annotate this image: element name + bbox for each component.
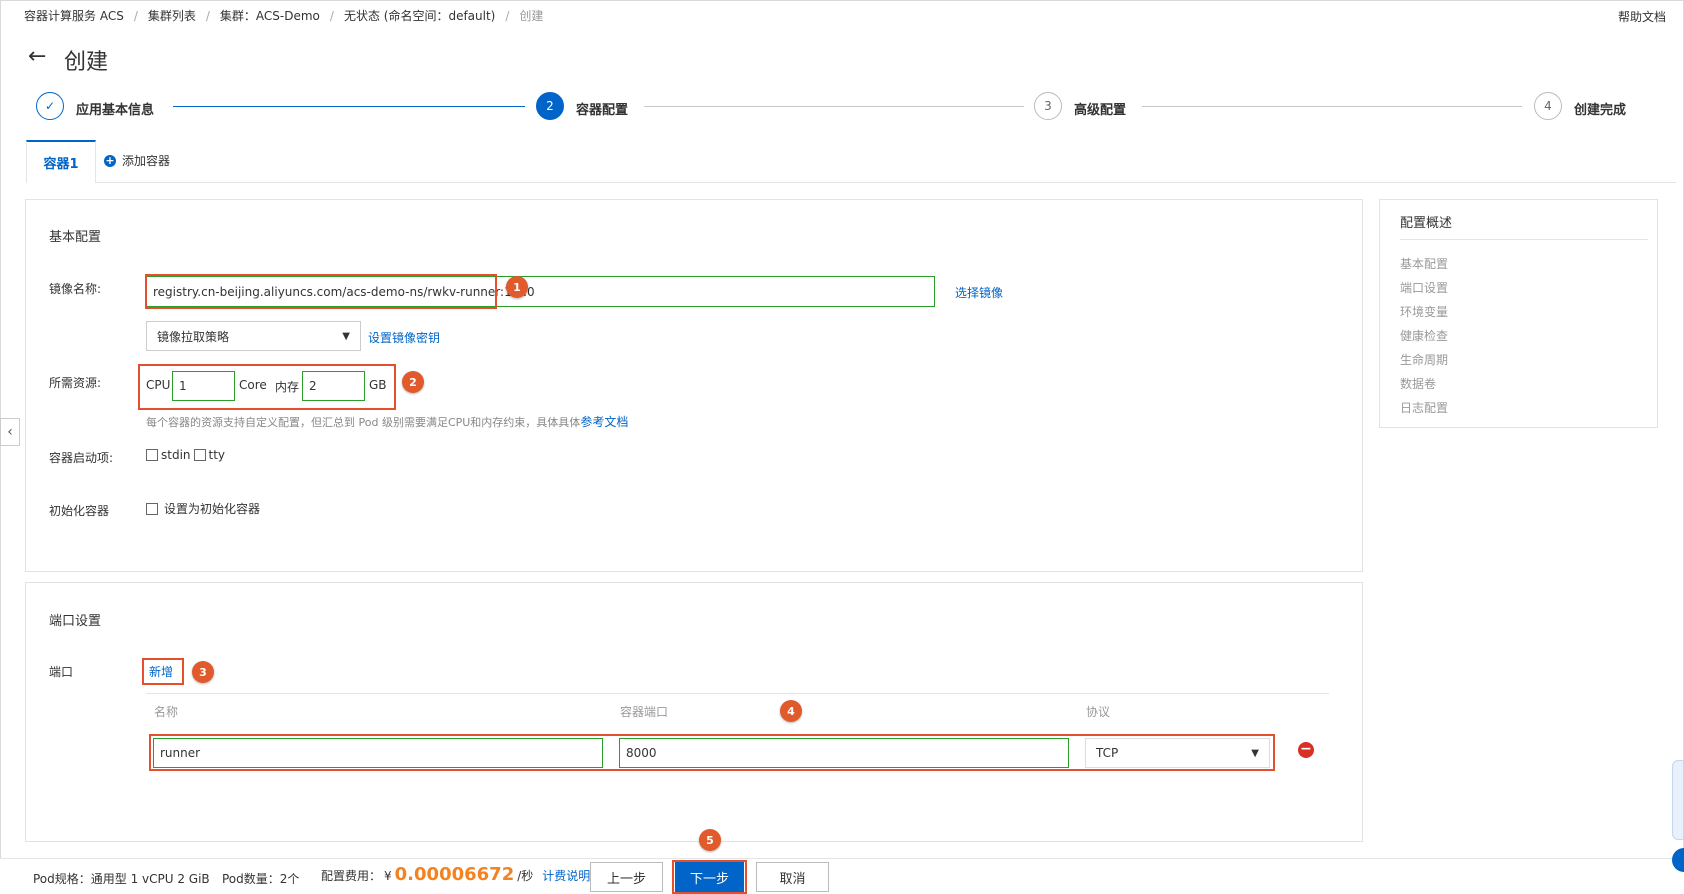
stdin-checkbox[interactable] <box>146 449 158 461</box>
column-header-name: 名称 <box>154 705 179 719</box>
init-container-label: 初始化容器 <box>49 504 110 518</box>
billing-info-link[interactable]: 计费说明 <box>542 867 590 884</box>
overview-title: 配置概述 <box>1400 216 1453 231</box>
cost-label: 配置费用： <box>321 869 382 883</box>
column-header-container-port: 容器端口 <box>620 705 669 719</box>
breadcrumb-separator: / <box>505 9 510 23</box>
init-container-option: 设置为初始化容器 <box>146 500 260 517</box>
remove-port-icon[interactable]: − <box>1298 742 1314 758</box>
add-port-link[interactable]: 新增 <box>149 663 173 680</box>
tty-checkbox[interactable] <box>193 449 206 461</box>
resource-hint-text: 每个容器的资源支持自定义配置，但汇总到 Pod 级别需要满足CPU和内存约束，具… <box>146 416 581 429</box>
port-label: 端口 <box>49 665 74 679</box>
back-arrow-icon[interactable]: ← <box>28 44 46 69</box>
memory-input[interactable]: 2 <box>302 371 365 401</box>
step-4-number: 4 <box>1534 92 1562 120</box>
cost-value: 0.00006672 <box>394 864 515 885</box>
cost-unit: /秒 <box>517 869 534 883</box>
sidebar-collapse-button[interactable]: ‹ <box>0 418 20 446</box>
tty-label: tty <box>208 448 226 462</box>
cost-display: 配置费用： ¥ 0.00006672 /秒 计费说明 <box>321 864 590 885</box>
overview-item-basic[interactable]: 基本配置 <box>1400 255 1448 272</box>
pull-policy-select[interactable]: 镜像拉取策略 ▼ <box>146 321 361 351</box>
breadcrumb-item[interactable]: 集群：ACS-Demo <box>220 7 320 24</box>
cancel-button[interactable]: 取消 <box>756 862 829 892</box>
resource-hint: 每个容器的资源支持自定义配置，但汇总到 Pod 级别需要满足CPU和内存约束，具… <box>146 413 628 430</box>
port-settings-panel <box>25 582 1363 842</box>
step-1-check-icon: ✓ <box>36 92 64 120</box>
step-connector <box>173 106 525 107</box>
overview-divider <box>1400 239 1648 240</box>
step-badge-1: 1 <box>506 276 528 298</box>
table-header-divider <box>146 693 1329 694</box>
highlight-box-image <box>145 274 497 309</box>
protocol-value: TCP <box>1096 746 1119 760</box>
basic-config-title: 基本配置 <box>49 230 102 245</box>
step-connector <box>644 106 1024 107</box>
prev-step-button[interactable]: 上一步 <box>590 862 663 892</box>
reference-docs-link[interactable]: 参考文档 <box>580 415 628 429</box>
step-badge-3: 3 <box>192 661 214 683</box>
step-badge-4: 4 <box>780 700 802 722</box>
startup-label: 容器启动项: <box>49 451 114 465</box>
breadcrumb-item[interactable]: 集群列表 <box>148 7 196 24</box>
select-image-link[interactable]: 选择镜像 <box>955 284 1003 301</box>
set-image-secret-link[interactable]: 设置镜像密钥 <box>368 329 440 346</box>
help-docs-link[interactable]: 帮助文档 <box>1618 8 1666 25</box>
breadcrumb-separator: / <box>205 9 210 23</box>
tab-divider <box>96 182 1676 183</box>
column-header-protocol: 协议 <box>1086 705 1111 719</box>
image-name-label: 镜像名称: <box>49 282 102 296</box>
step-badge-5: 5 <box>699 829 721 851</box>
cpu-label: CPU <box>146 378 171 392</box>
next-step-button[interactable]: 下一步 <box>675 862 744 892</box>
breadcrumb: 容器计算服务 ACS / 集群列表 / 集群：ACS-Demo / 无状态 (命名空间：de… <box>24 7 543 24</box>
port-name-input[interactable]: runner <box>153 738 603 768</box>
pod-count: Pod数量：2个 <box>222 872 300 886</box>
init-container-checkbox[interactable] <box>146 502 158 515</box>
tab-container-1[interactable]: 容器1 <box>26 140 96 183</box>
cpu-input[interactable]: 1 <box>172 371 235 401</box>
add-circle-icon: + <box>104 153 116 167</box>
chevron-down-icon: ▼ <box>342 330 350 342</box>
overview-item-lifecycle[interactable]: 生命周期 <box>1400 351 1448 368</box>
stdin-label: stdin <box>161 448 191 462</box>
breadcrumb-item[interactable]: 容器计算服务 ACS <box>24 7 124 24</box>
overview-item-env[interactable]: 环境变量 <box>1400 303 1448 320</box>
step-connector <box>1142 106 1522 107</box>
chevron-down-icon: ▼ <box>1251 747 1259 759</box>
page-title: 创建 <box>64 50 109 75</box>
step-3-number: 3 <box>1034 92 1062 120</box>
resource-label: 所需资源: <box>49 376 102 390</box>
memory-unit: GB <box>369 378 387 392</box>
step-3-label: 高级配置 <box>1074 103 1127 118</box>
currency-symbol: ¥ <box>384 869 392 883</box>
add-container-button[interactable]: + 添加容器 <box>104 152 170 169</box>
step-4-label: 创建完成 <box>1574 103 1627 118</box>
step-2-label: 容器配置 <box>576 103 629 118</box>
overview-item-volumes[interactable]: 数据卷 <box>1400 375 1436 392</box>
step-2-number: 2 <box>536 92 564 120</box>
step-1-label: 应用基本信息 <box>76 103 155 118</box>
step-badge-2: 2 <box>402 371 424 393</box>
overview-item-ports[interactable]: 端口设置 <box>1400 279 1448 296</box>
memory-label: 内存 <box>275 380 300 394</box>
breadcrumb-current: 创建 <box>519 9 544 23</box>
startup-options: stdin tty <box>146 448 225 462</box>
cpu-unit: Core <box>239 378 267 392</box>
breadcrumb-separator: / <box>329 9 334 23</box>
floating-assistant-widget[interactable] <box>1672 760 1684 840</box>
overview-item-logs[interactable]: 日志配置 <box>1400 399 1448 416</box>
breadcrumb-item[interactable]: 无状态 (命名空间：default) <box>344 7 495 24</box>
pod-spec: Pod规格：通用型 1 vCPU 2 GiB <box>33 872 210 886</box>
init-container-checkbox-label: 设置为初始化容器 <box>164 502 261 516</box>
protocol-select[interactable]: TCP ▼ <box>1085 738 1270 768</box>
port-settings-title: 端口设置 <box>49 614 102 629</box>
overview-item-health[interactable]: 健康检查 <box>1400 327 1448 344</box>
breadcrumb-separator: / <box>133 9 138 23</box>
container-port-input[interactable]: 8000 <box>619 738 1069 768</box>
pull-policy-placeholder: 镜像拉取策略 <box>157 329 230 344</box>
add-container-label: 添加容器 <box>122 154 171 168</box>
